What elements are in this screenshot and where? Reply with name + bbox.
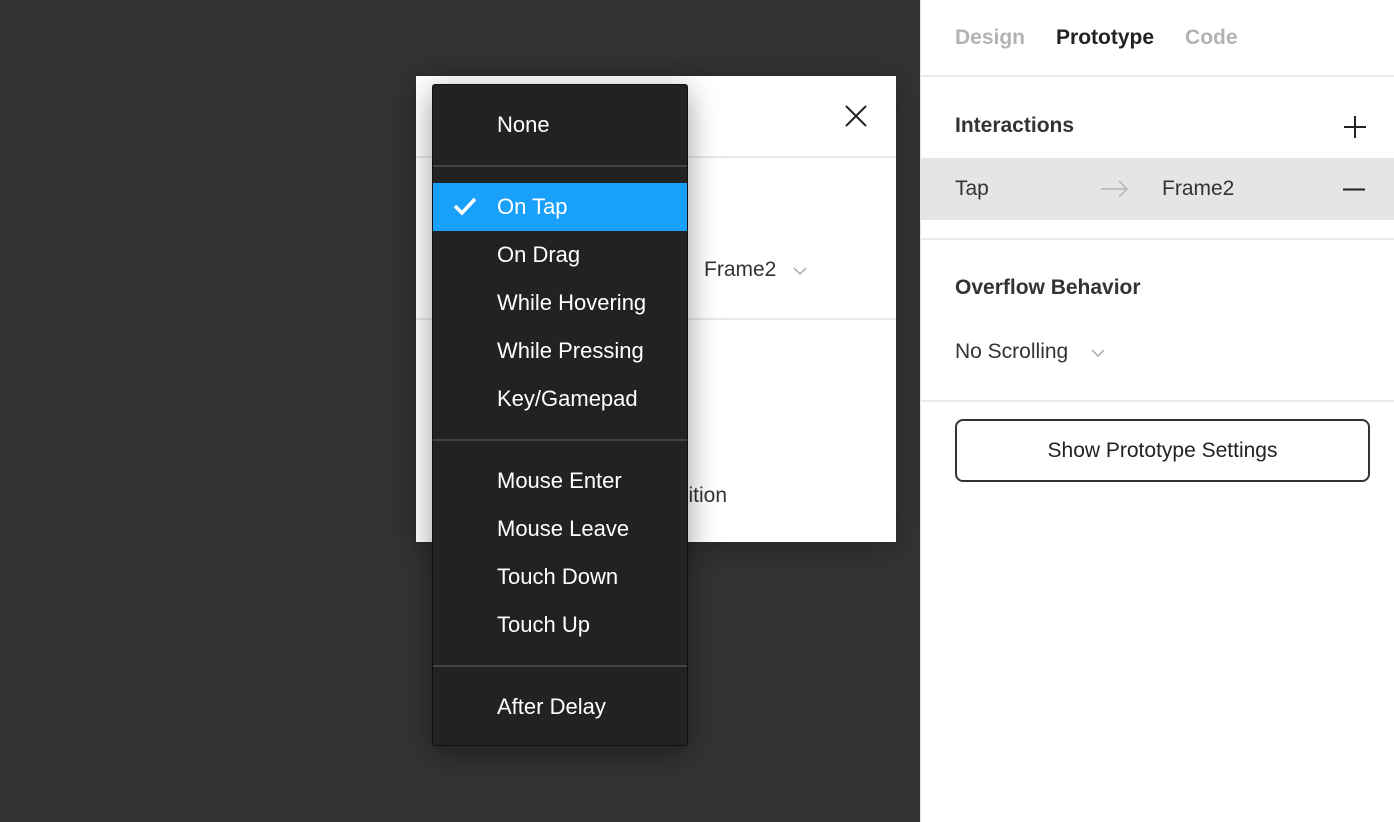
- plus-icon[interactable]: [1343, 115, 1367, 139]
- menu-item-after-delay[interactable]: After Delay: [433, 683, 687, 731]
- menu-item-label: Touch Down: [497, 564, 619, 589]
- minus-icon[interactable]: [1343, 188, 1365, 191]
- menu-item-label: Touch Up: [497, 612, 590, 637]
- arrow-right-icon: [1101, 180, 1129, 198]
- chevron-down-icon[interactable]: [793, 266, 807, 276]
- close-icon[interactable]: [845, 105, 867, 127]
- menu-item-label: Mouse Enter: [497, 468, 622, 493]
- overflow-behavior-title: Overflow Behavior: [955, 276, 1141, 299]
- interaction-trigger: Tap: [955, 177, 989, 200]
- tab-code[interactable]: Code: [1185, 26, 1238, 50]
- interaction-destination: Frame2: [1162, 177, 1235, 200]
- menu-item-mouse-enter[interactable]: Mouse Enter: [433, 457, 687, 505]
- menu-item-label: On Tap: [497, 194, 568, 219]
- trigger-dropdown-menu: None On Tap On Drag While Hovering While Pre…: [432, 84, 688, 746]
- menu-separator: [433, 165, 687, 167]
- menu-item-mouse-leave[interactable]: Mouse Leave: [433, 505, 687, 553]
- interactions-title: Interactions: [955, 114, 1075, 137]
- divider: [921, 238, 1394, 240]
- menu-separator: [433, 439, 687, 441]
- right-panel: Design Prototype Code Interactions Tap F…: [920, 0, 1394, 822]
- divider: [921, 400, 1394, 402]
- menu-item-label: While Hovering: [497, 290, 647, 315]
- show-prototype-settings-button[interactable]: Show Prototype Settings: [955, 419, 1370, 482]
- menu-item-key-gamepad[interactable]: Key/Gamepad: [433, 375, 687, 423]
- tab-design[interactable]: Design: [955, 26, 1025, 50]
- panel-tabs: Design Prototype Code: [921, 0, 1394, 77]
- menu-item-label: None: [497, 112, 550, 137]
- menu-item-label: Mouse Leave: [497, 516, 630, 541]
- menu-item-touch-down[interactable]: Touch Down: [433, 553, 687, 601]
- menu-item-label: On Drag: [497, 242, 581, 267]
- menu-item-while-hovering[interactable]: While Hovering: [433, 279, 687, 327]
- destination-select[interactable]: Frame2: [704, 258, 776, 282]
- menu-separator: [433, 665, 687, 667]
- menu-item-label: While Pressing: [497, 338, 644, 363]
- menu-item-on-tap[interactable]: On Tap: [433, 183, 687, 231]
- menu-item-on-drag[interactable]: On Drag: [433, 231, 687, 279]
- menu-item-label: Key/Gamepad: [497, 386, 638, 411]
- checkmark-icon: [453, 197, 477, 216]
- tab-prototype[interactable]: Prototype: [1056, 26, 1154, 50]
- menu-item-label: After Delay: [497, 694, 606, 719]
- menu-item-while-pressing[interactable]: While Pressing: [433, 327, 687, 375]
- interaction-row[interactable]: Tap Frame2: [921, 158, 1394, 220]
- menu-item-touch-up[interactable]: Touch Up: [433, 601, 687, 649]
- chevron-down-icon[interactable]: [1091, 348, 1105, 358]
- overflow-select[interactable]: No Scrolling: [955, 340, 1068, 364]
- menu-item-none[interactable]: None: [433, 101, 687, 149]
